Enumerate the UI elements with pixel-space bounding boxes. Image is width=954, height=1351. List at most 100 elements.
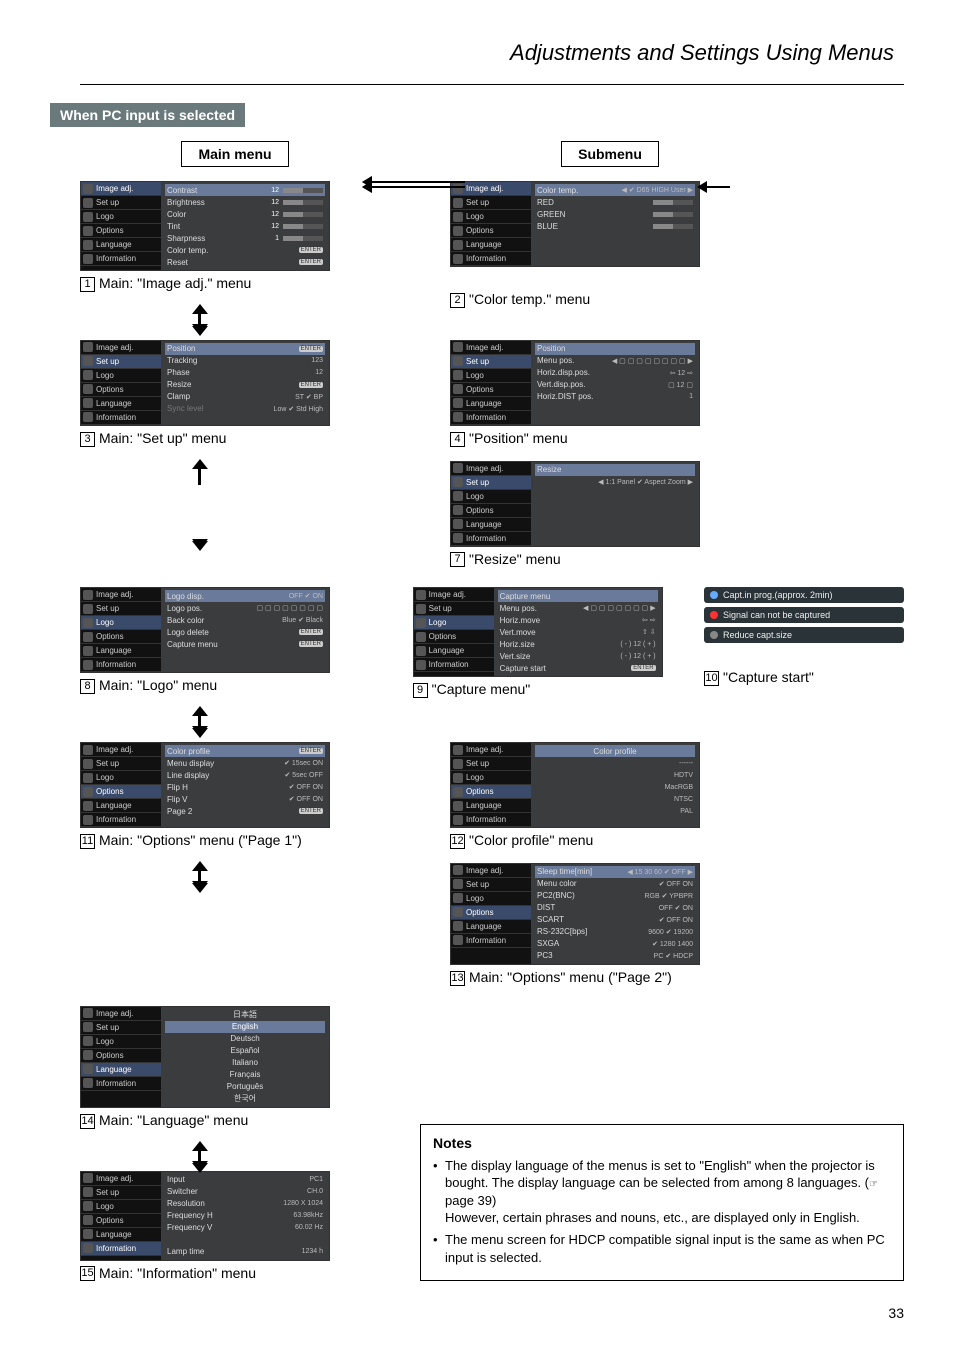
sidebar-item: Image adj. bbox=[414, 588, 494, 602]
menu-row: SCART✔ OFF ON bbox=[535, 914, 695, 926]
caption-7: 7"Resize" menu bbox=[450, 551, 770, 568]
menu-icon bbox=[83, 604, 93, 614]
sidebar-item: Options bbox=[81, 1049, 161, 1063]
sidebar-item: Language bbox=[451, 920, 531, 934]
caption-8: 8Main: "Logo" menu bbox=[80, 677, 353, 694]
menu-logo: Image adj.Set upLogoOptionsLanguageInfor… bbox=[80, 587, 330, 673]
sidebar-item: Options bbox=[81, 383, 161, 397]
caption-11: 11Main: "Options" menu ("Page 1") bbox=[80, 832, 390, 849]
menu-row: Horiz.size( - ) 12 ( + ) bbox=[498, 638, 658, 650]
menu-row: ------ bbox=[535, 757, 695, 769]
menu-icon bbox=[453, 505, 463, 515]
sidebar-item: Information bbox=[81, 1077, 161, 1091]
menu-row: InputPC1 bbox=[165, 1174, 325, 1186]
menu-row: Vert.disp.pos.▢ 12 ▢ bbox=[535, 379, 695, 391]
sidebar-item: Options bbox=[451, 906, 531, 920]
menu-row: HDTV bbox=[535, 769, 695, 781]
menu-row: Frequency H63.98kHz bbox=[165, 1210, 325, 1222]
sidebar-item: Information bbox=[81, 411, 161, 425]
popup-group: Capt.in prog.(approx. 2min) Signal can n… bbox=[704, 587, 904, 643]
menu-row: Brightness12 bbox=[165, 196, 325, 208]
menu-row: Color profileENTER bbox=[165, 745, 325, 757]
arrow-icon bbox=[370, 181, 465, 183]
arrow-icon bbox=[190, 306, 210, 334]
caption-15: 15Main: "Information" menu bbox=[80, 1265, 390, 1282]
notes-box: Notes The display language of the menus … bbox=[420, 1124, 904, 1281]
menu-icon bbox=[83, 398, 93, 408]
menu-row: English bbox=[165, 1021, 325, 1033]
sidebar-item: Logo bbox=[451, 210, 531, 224]
menu-icon bbox=[83, 356, 93, 366]
menu-icon bbox=[83, 618, 93, 628]
menu-icon bbox=[453, 815, 463, 825]
sidebar-item: Language bbox=[451, 397, 531, 411]
menu-icon bbox=[83, 801, 93, 811]
sidebar-item: Logo bbox=[81, 369, 161, 383]
enter-badge: ENTER bbox=[631, 665, 655, 671]
menu-icon bbox=[416, 590, 426, 600]
enter-badge: ENTER bbox=[299, 247, 323, 253]
caption-14: 14Main: "Language" menu bbox=[80, 1112, 390, 1129]
sidebar-item: Set up bbox=[81, 1186, 161, 1200]
menu-row: Logo disp.OFF ✔ ON bbox=[165, 590, 325, 602]
sidebar-item: Information bbox=[451, 411, 531, 425]
ref-icon: ☞ bbox=[869, 1178, 878, 1192]
menu-row: Back colorBlue ✔ Black bbox=[165, 614, 325, 626]
menu-icon bbox=[83, 759, 93, 769]
menu-icon bbox=[453, 342, 463, 352]
menu-icon bbox=[416, 604, 426, 614]
sidebar-item: Logo bbox=[81, 616, 161, 630]
arrow-icon bbox=[370, 186, 465, 188]
sidebar-item: Image adj. bbox=[451, 462, 531, 476]
sidebar-item: Options bbox=[451, 224, 531, 238]
menu-icon bbox=[83, 1036, 93, 1046]
menu-color-profile: Image adj.Set upLogoOptionsLanguageInfor… bbox=[450, 742, 700, 828]
sidebar-item: Information bbox=[451, 532, 531, 546]
sidebar-item: Information bbox=[81, 813, 161, 827]
sidebar-item: Logo bbox=[81, 210, 161, 224]
menu-icon bbox=[453, 212, 463, 222]
sidebar-item: Image adj. bbox=[81, 1172, 161, 1186]
menu-row: Page 2ENTER bbox=[165, 805, 325, 817]
sidebar-item: Logo bbox=[414, 616, 494, 630]
menu-row: 日本語 bbox=[165, 1009, 325, 1021]
sidebar-item: Image adj. bbox=[451, 864, 531, 878]
enter-badge: ENTER bbox=[299, 259, 323, 265]
menu-icon bbox=[83, 660, 93, 670]
menu-icon bbox=[453, 865, 463, 875]
menu-icon bbox=[83, 184, 93, 194]
menu-row: GREEN bbox=[535, 208, 695, 220]
menu-icon bbox=[83, 226, 93, 236]
menu-icon bbox=[83, 370, 93, 380]
sidebar-item: Options bbox=[414, 630, 494, 644]
menu-icon bbox=[453, 491, 463, 501]
popup-error: Signal can not be captured bbox=[704, 607, 904, 623]
sidebar-item: Options bbox=[81, 224, 161, 238]
menu-icon bbox=[83, 773, 93, 783]
menu-icon bbox=[416, 632, 426, 642]
menu-row: Português bbox=[165, 1081, 325, 1093]
menu-row: Horiz.move⇦ ⇨ bbox=[498, 614, 658, 626]
menu-row: Capture menuENTER bbox=[165, 638, 325, 650]
menu-row: BLUE bbox=[535, 220, 695, 232]
menu-row: Logo pos.▢ ▢ ▢ ▢ ▢ ▢ ▢ ▢ bbox=[165, 602, 325, 614]
menu-row: SwitcherCH.0 bbox=[165, 1186, 325, 1198]
menu-icon bbox=[453, 879, 463, 889]
menu-icon bbox=[83, 1064, 93, 1074]
sidebar-item: Set up bbox=[81, 196, 161, 210]
menu-row: Phase12 bbox=[165, 367, 325, 379]
menu-icon bbox=[453, 759, 463, 769]
sidebar-item: Language bbox=[451, 518, 531, 532]
page-number: 33 bbox=[80, 1305, 904, 1321]
sidebar-item: Set up bbox=[81, 757, 161, 771]
sidebar-item: Logo bbox=[81, 771, 161, 785]
sidebar-item: Language bbox=[81, 799, 161, 813]
menu-row: Menu color✔ OFF ON bbox=[535, 878, 695, 890]
sidebar-item: Set up bbox=[451, 355, 531, 369]
sidebar-item: Set up bbox=[414, 602, 494, 616]
caption-1: 1Main: "Image adj." menu bbox=[80, 275, 390, 292]
menu-row: Tint12 bbox=[165, 220, 325, 232]
sidebar-item: Options bbox=[81, 630, 161, 644]
arrow-icon bbox=[190, 863, 210, 891]
sidebar-item: Information bbox=[451, 813, 531, 827]
